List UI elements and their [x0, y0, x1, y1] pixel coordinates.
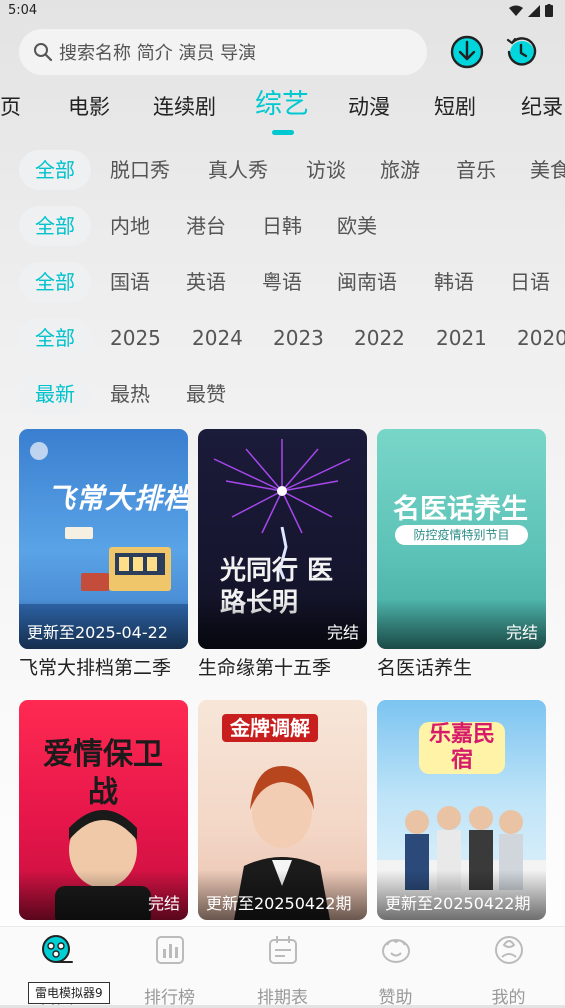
filter-type-travel[interactable]: 旅游: [380, 150, 420, 190]
status-icons: [509, 4, 553, 17]
nav-label: 赞助: [378, 988, 413, 1008]
profile-icon: [494, 936, 523, 964]
show-title[interactable]: 生命缘第十五季: [198, 653, 367, 680]
status-badge: 完结: [326, 623, 359, 642]
show-title[interactable]: 名医话养生: [377, 653, 546, 680]
tab-movies[interactable]: 电影: [68, 85, 110, 129]
sort-hottest[interactable]: 最热: [110, 374, 150, 414]
filter-row-language: 全部 国语 英语 粤语 闽南语 韩语 日语: [0, 262, 565, 302]
poster-subtitle-art: 防控疫情特别节目: [395, 525, 528, 545]
sort-most-liked[interactable]: 最赞: [186, 374, 226, 414]
battery-icon: [545, 4, 553, 17]
show-title[interactable]: 飞常大排档第二季: [19, 653, 188, 680]
calendar-icon: [268, 936, 297, 964]
tab-home-partial[interactable]: 页: [0, 85, 21, 129]
sponsor-icon: [381, 939, 410, 963]
poster-title-art: 爱情保卫战: [43, 737, 163, 810]
nav-ranking[interactable]: 排行榜: [113, 933, 226, 1008]
show-poster[interactable]: 爱情保卫战 完结: [19, 700, 188, 920]
filter-year-2023[interactable]: 2023: [273, 318, 324, 358]
status-time: 5:04: [8, 3, 38, 18]
filter-region-mainland[interactable]: 内地: [110, 206, 150, 246]
update-badge: 更新至20250422期: [206, 894, 352, 913]
filter-type-food[interactable]: 美食: [530, 150, 565, 190]
filter-language-japanese[interactable]: 日语: [510, 262, 550, 302]
filter-region-western[interactable]: 欧美: [337, 206, 377, 246]
status-badge: 完结: [147, 894, 180, 913]
filter-row-type: 全部 脱口秀 真人秀 访谈 旅游 音乐 美食: [0, 150, 565, 190]
history-icon: [506, 37, 537, 66]
filter-language-english[interactable]: 英语: [186, 262, 226, 302]
tab-anime[interactable]: 动漫: [348, 85, 390, 129]
update-badge: 更新至20250422期: [385, 894, 531, 913]
filter-row-region: 全部 内地 港台 日韩 欧美: [0, 206, 565, 246]
nav-schedule[interactable]: 排期表: [226, 933, 339, 1008]
show-poster[interactable]: 乐嘉民宿 更新至20250422期: [377, 700, 546, 920]
filter-type-talkshow[interactable]: 脱口秀: [110, 150, 170, 190]
nav-label: 排行榜: [144, 988, 195, 1008]
show-card[interactable]: 金牌调解 更新至20250422期: [198, 700, 367, 924]
status-badge: 完结: [505, 623, 538, 642]
poster-title-art: 金牌调解: [222, 714, 318, 742]
tab-series[interactable]: 连续剧: [153, 85, 216, 129]
show-card[interactable]: 光同行 医路长明 完结 生命缘第十五季: [198, 429, 367, 680]
show-poster[interactable]: 光同行 医路长明 完结: [198, 429, 367, 649]
poster-title-art: 乐嘉民宿: [419, 722, 505, 774]
poster-title-art: 名医话养生: [393, 494, 528, 525]
nav-label: 排期表: [257, 988, 308, 1008]
download-icon: [450, 35, 484, 69]
home-icon: [41, 935, 73, 963]
status-bar: 5:04: [0, 0, 565, 24]
filter-language-all[interactable]: 全部: [19, 262, 91, 302]
filter-language-cantonese[interactable]: 粤语: [262, 262, 302, 302]
filter-type-reality[interactable]: 真人秀: [208, 150, 268, 190]
filter-language-mandarin[interactable]: 国语: [110, 262, 150, 302]
filter-row-sort: 最新 最热 最赞: [0, 374, 565, 414]
filter-year-2022[interactable]: 2022: [354, 318, 405, 358]
filter-year-2024[interactable]: 2024: [192, 318, 243, 358]
filter-type-all[interactable]: 全部: [19, 150, 91, 190]
filter-row-year: 全部 2025 2024 2023 2022 2021 2020: [0, 318, 565, 358]
filter-year-2020[interactable]: 2020: [517, 318, 565, 358]
nav-sponsor[interactable]: 赞助: [339, 933, 452, 1008]
show-poster[interactable]: 飞常大排档 更新至2025-04-22: [19, 429, 188, 649]
tab-short-drama[interactable]: 短剧: [434, 85, 476, 129]
nav-profile[interactable]: 我的: [452, 933, 565, 1008]
show-poster[interactable]: 金牌调解 更新至20250422期: [198, 700, 367, 920]
download-button[interactable]: [449, 34, 485, 70]
filter-region-all[interactable]: 全部: [19, 206, 91, 246]
sort-newest[interactable]: 最新: [19, 374, 91, 414]
filter-year-all[interactable]: 全部: [19, 318, 91, 358]
filter-language-korean[interactable]: 韩语: [434, 262, 474, 302]
signal-icon: [528, 4, 540, 17]
wifi-icon: [509, 5, 523, 16]
search-placeholder: 搜索名称 简介 演员 导演: [59, 43, 257, 64]
category-tabs: 页 电影 连续剧 综艺 动漫 短剧 纪录: [0, 85, 565, 145]
filter-language-minnan[interactable]: 闽南语: [337, 262, 397, 302]
history-button[interactable]: [503, 34, 539, 70]
emulator-tag: 雷电模拟器9: [28, 982, 110, 1004]
search-input[interactable]: 搜索名称 简介 演员 导演: [19, 29, 427, 75]
search-icon: [33, 41, 55, 63]
show-card[interactable]: 飞常大排档 更新至2025-04-22 飞常大排档第二季: [19, 429, 188, 680]
nav-label: 我的: [491, 988, 526, 1008]
filter-year-2025[interactable]: 2025: [110, 318, 161, 358]
filter-region-jpkr[interactable]: 日韩: [262, 206, 302, 246]
show-card[interactable]: 爱情保卫战 完结: [19, 700, 188, 924]
filter-type-music[interactable]: 音乐: [456, 150, 496, 190]
active-tab-indicator: [272, 130, 294, 135]
poster-title-art: 飞常大排档: [47, 482, 188, 515]
filter-type-interview[interactable]: 访谈: [306, 150, 346, 190]
tab-variety[interactable]: 综艺: [255, 83, 309, 127]
show-card[interactable]: 乐嘉民宿 更新至20250422期: [377, 700, 546, 924]
chart-icon: [155, 936, 184, 964]
show-card[interactable]: 名医话养生 防控疫情特别节目 完结 名医话养生: [377, 429, 546, 680]
tab-documentary[interactable]: 纪录: [521, 85, 563, 129]
filter-region-hktw[interactable]: 港台: [186, 206, 226, 246]
show-poster[interactable]: 名医话养生 防控疫情特别节目 完结: [377, 429, 546, 649]
filter-year-2021[interactable]: 2021: [436, 318, 487, 358]
update-badge: 更新至2025-04-22: [27, 623, 168, 642]
